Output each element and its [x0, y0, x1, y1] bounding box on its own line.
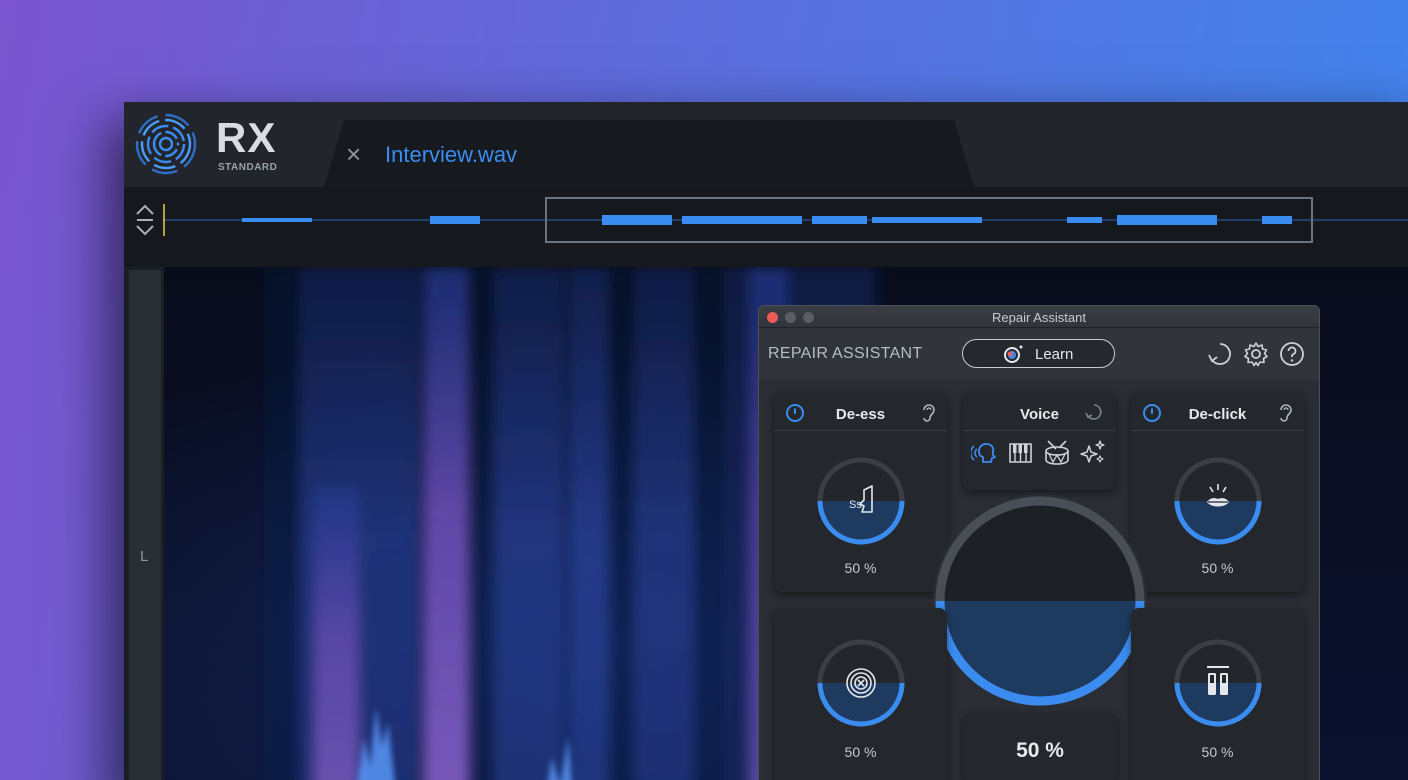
noise-target-icon	[846, 668, 876, 698]
overview-collapse-icon[interactable]	[134, 202, 156, 238]
channel-ruler	[129, 270, 161, 780]
voice-icon[interactable]	[971, 438, 999, 466]
denoise-module: 50 %	[774, 608, 947, 780]
repair-assistant-label: REPAIR ASSISTANT	[768, 345, 923, 362]
de-ess-module: De-ess Ss 50 %	[774, 392, 947, 592]
piano-icon[interactable]	[1007, 438, 1035, 466]
rx-logo: RX STANDARD	[134, 112, 278, 176]
undo-icon[interactable]	[1207, 341, 1233, 367]
de-ess-divider	[774, 430, 947, 431]
sparkle-icon[interactable]	[1079, 438, 1107, 466]
de-ess-listen-icon[interactable]	[920, 402, 938, 424]
master-amount-value: 50 %	[1016, 739, 1064, 762]
voice-divider	[963, 430, 1116, 431]
eq-module: 50 %	[1131, 608, 1304, 780]
channel-label: L	[140, 548, 149, 565]
logo-edition: STANDARD	[218, 162, 278, 173]
de-click-listen-icon[interactable]	[1277, 402, 1295, 424]
learn-icon	[1004, 345, 1023, 363]
eq-knob[interactable]	[1173, 638, 1263, 728]
denoise-knob[interactable]	[816, 638, 906, 728]
eq-value: 50 %	[1201, 744, 1234, 760]
de-click-value: 50 %	[1201, 560, 1234, 576]
gear-icon[interactable]	[1243, 341, 1269, 367]
denoise-value: 50 %	[844, 744, 877, 760]
overview-selection[interactable]	[545, 197, 1313, 243]
de-click-module: De-click 50 %	[1131, 392, 1304, 592]
de-ess-knob[interactable]: Ss	[816, 456, 906, 546]
repair-assistant-window-title: Repair Assistant	[992, 310, 1086, 325]
learn-button[interactable]: Learn	[962, 339, 1115, 368]
help-icon[interactable]	[1279, 341, 1305, 367]
close-tab-button[interactable]: ×	[346, 139, 361, 169]
de-click-divider	[1131, 430, 1304, 431]
master-amount-knob[interactable]	[931, 492, 1149, 710]
voice-module: Voice	[963, 392, 1116, 490]
file-tab-title[interactable]: Interview.wav	[385, 142, 517, 168]
master-amount-box: 50 %	[963, 713, 1117, 780]
repair-assistant-window: Repair Assistant REPAIR ASSISTANT Learn …	[758, 305, 1320, 780]
de-click-knob[interactable]	[1173, 456, 1263, 546]
de-ess-value: 50 %	[844, 560, 877, 576]
voice-reset-icon[interactable]	[1085, 402, 1103, 424]
drum-icon[interactable]	[1043, 438, 1071, 466]
learn-button-label: Learn	[1035, 346, 1074, 363]
logo-title: RX	[216, 114, 277, 161]
rx-logo-icon	[135, 113, 197, 175]
